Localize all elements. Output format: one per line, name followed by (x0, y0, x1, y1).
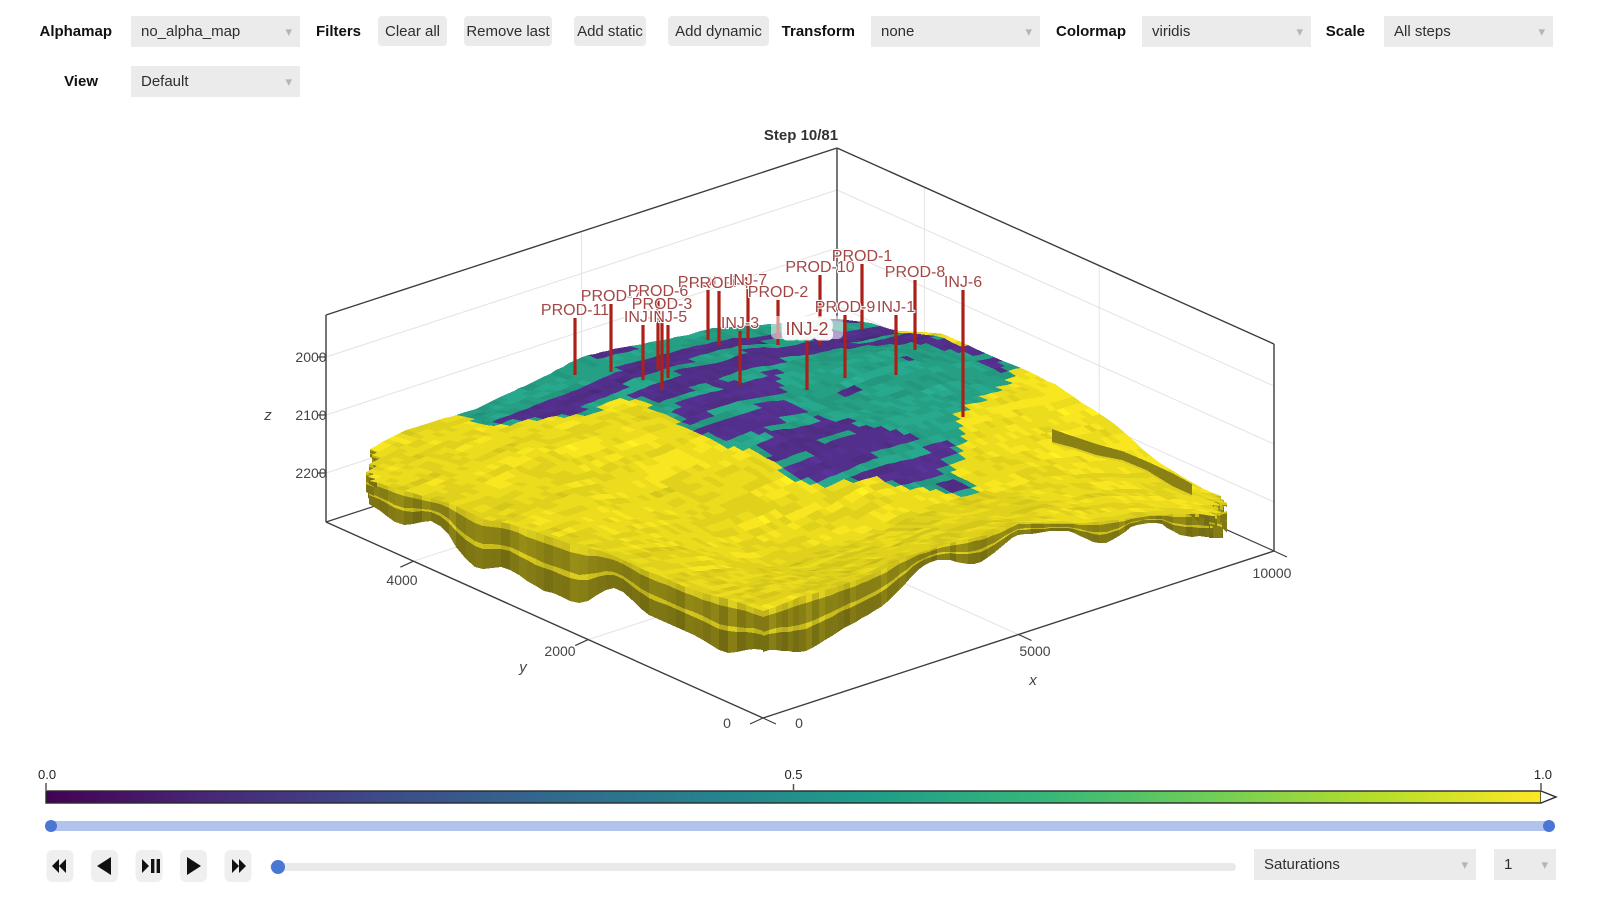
svg-text:0: 0 (723, 715, 731, 731)
svg-text:y: y (518, 659, 528, 676)
svg-text:INJ-1: INJ-1 (877, 299, 915, 316)
svg-text:PROD-8: PROD-8 (885, 264, 946, 281)
svg-text:PROD-2: PROD-2 (748, 284, 809, 301)
svg-text:INJ-3: INJ-3 (721, 315, 759, 332)
svg-text:2200: 2200 (295, 465, 326, 481)
svg-text:0: 0 (795, 715, 803, 731)
svg-text:PROD-9: PROD-9 (815, 299, 876, 316)
svg-text:2000: 2000 (295, 349, 326, 365)
svg-text:INJ-6: INJ-6 (944, 274, 982, 291)
svg-text:PROD-1: PROD-1 (832, 248, 893, 265)
svg-text:Step 10/81: Step 10/81 (764, 127, 838, 144)
svg-text:0.5: 0.5 (784, 767, 802, 782)
svg-text:10000: 10000 (1253, 565, 1292, 581)
svg-text:0.0: 0.0 (38, 767, 56, 782)
svg-text:4000: 4000 (386, 572, 417, 588)
svg-text:PROD-3: PROD-3 (632, 296, 693, 313)
svg-text:z: z (263, 407, 272, 424)
svg-text:2100: 2100 (295, 407, 326, 423)
svg-text:2000: 2000 (544, 643, 575, 659)
svg-text:INJ-2: INJ-2 (785, 319, 828, 339)
svg-text:1.0: 1.0 (1534, 767, 1552, 782)
svg-text:5000: 5000 (1019, 643, 1050, 659)
svg-text:x: x (1028, 672, 1037, 689)
